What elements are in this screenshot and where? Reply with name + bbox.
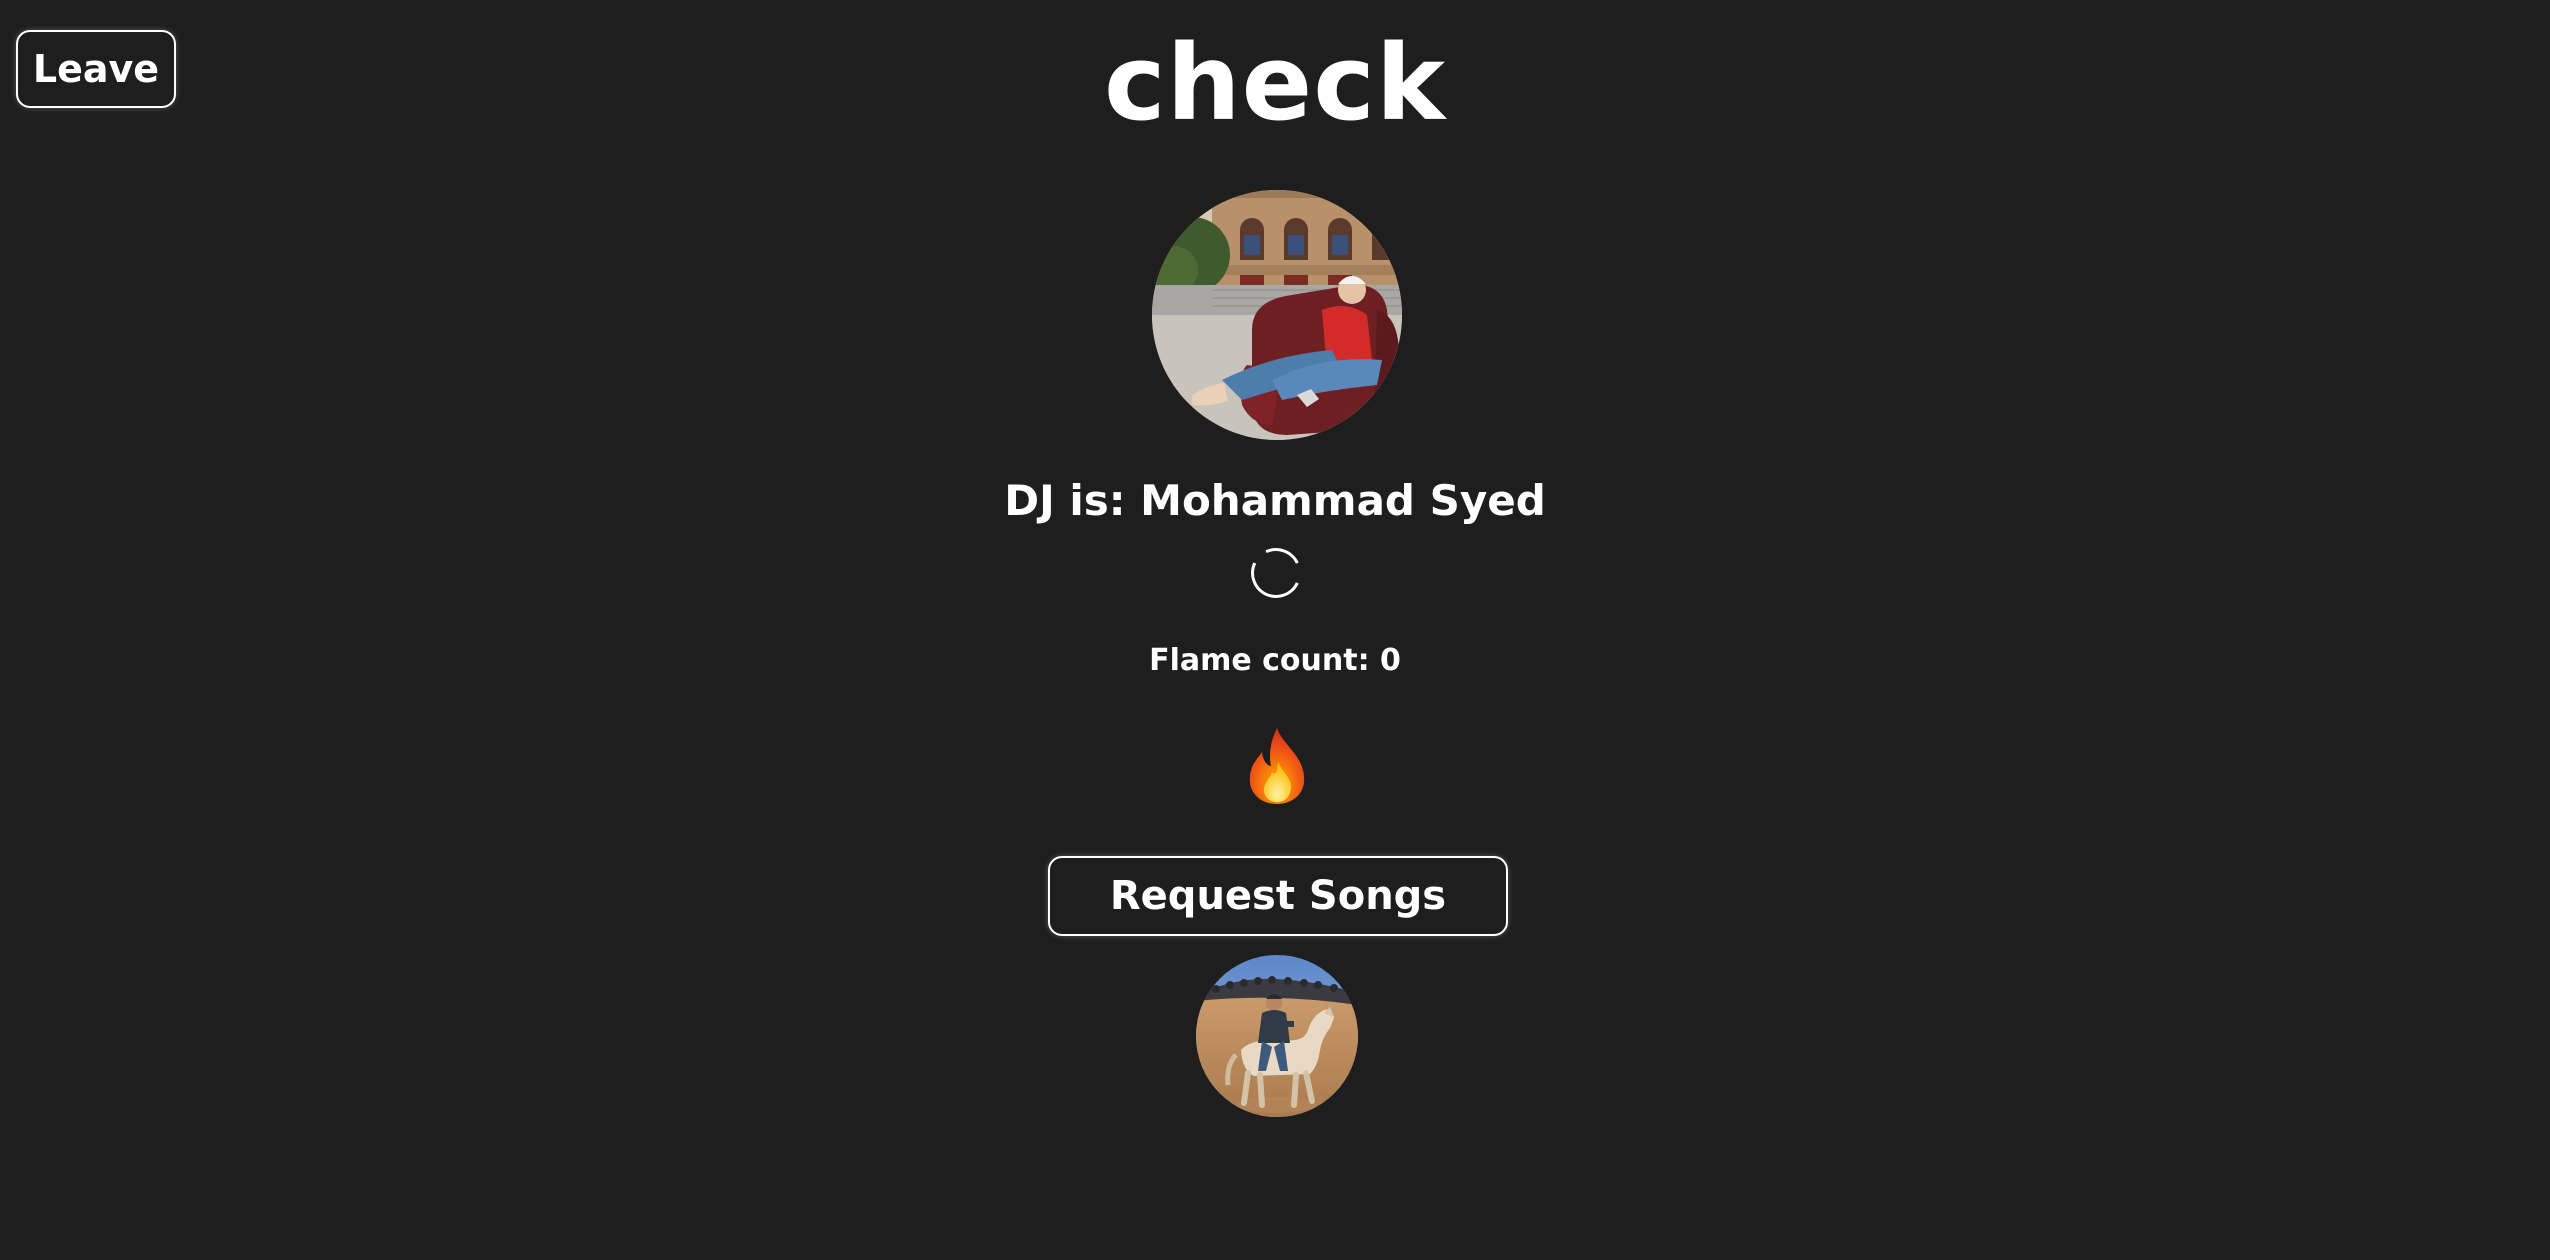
dj-avatar-photo bbox=[1152, 190, 1402, 440]
listener-avatar-photo bbox=[1196, 955, 1358, 1117]
dj-avatar bbox=[1152, 190, 1402, 440]
room-title: check bbox=[1103, 22, 1447, 144]
fire-icon[interactable] bbox=[1244, 726, 1310, 806]
request-songs-button[interactable]: Request Songs bbox=[1048, 856, 1508, 936]
room-page: Leave check DJ is: Mohammad Syed Flame c… bbox=[0, 0, 2550, 1260]
flame-count-label: Flame count: 0 bbox=[1149, 643, 1401, 678]
dj-name-label: DJ is: Mohammad Syed bbox=[1004, 476, 1546, 525]
listener-avatar bbox=[1196, 955, 1358, 1117]
loading-spinner-icon bbox=[1243, 540, 1309, 606]
